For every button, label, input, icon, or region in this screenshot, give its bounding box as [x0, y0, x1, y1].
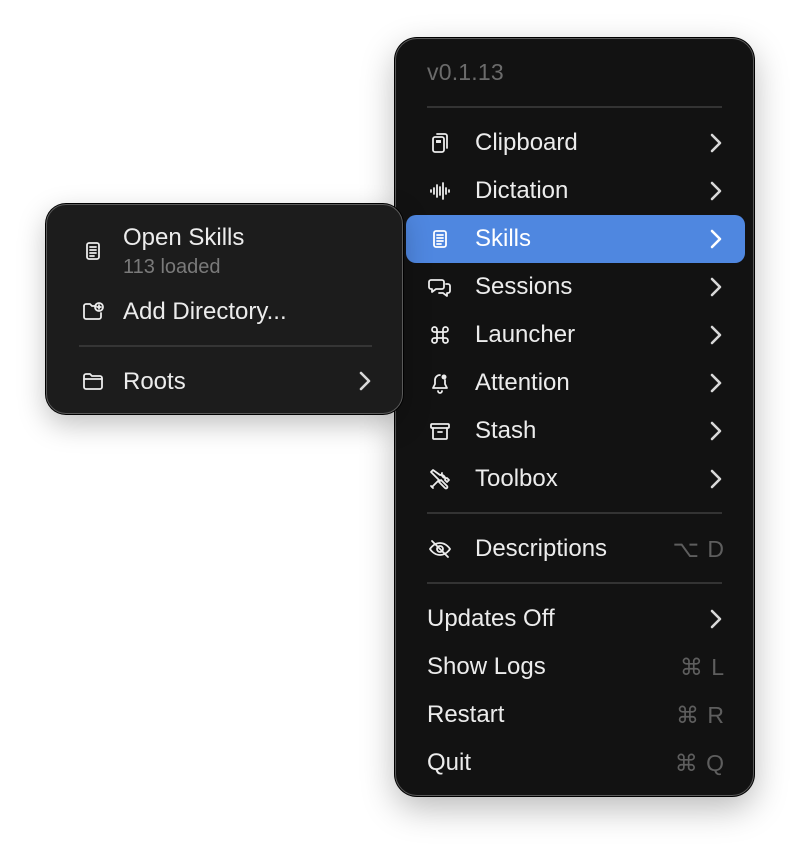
menu-item-label: Stash [475, 417, 537, 444]
menu-separator [427, 512, 722, 514]
menu-item-attention[interactable]: Attention [406, 359, 745, 407]
chevron-right-icon [710, 229, 722, 249]
menu-separator [427, 582, 722, 584]
menu-item-label: Clipboard [475, 129, 578, 156]
menu-item-label: Skills [475, 225, 532, 252]
folder-plus-icon [81, 299, 105, 323]
submenu-separator [79, 345, 372, 347]
command-icon [428, 323, 452, 347]
menu-item-label: Attention [475, 369, 570, 396]
menu-item-show-logs[interactable]: Show Logs ⌘ L [406, 643, 745, 691]
menu-item-label: Sessions [475, 273, 573, 300]
skills-submenu: Open Skills 113 loaded Add Directory... … [46, 204, 403, 414]
wrench-screwdriver-icon [428, 467, 452, 491]
menu-item-toolbox[interactable]: Toolbox [406, 455, 745, 503]
document-icon [428, 227, 452, 251]
menu-item-clipboard[interactable]: Clipboard [406, 119, 745, 167]
submenu-item-add-directory[interactable]: Add Directory... [47, 293, 402, 329]
menu-item-label: Toolbox [475, 465, 558, 492]
chevron-right-icon [710, 469, 722, 489]
menu-item-label: Restart [427, 701, 505, 728]
bell-badge-icon [428, 371, 452, 395]
clipboard-icon [428, 131, 452, 155]
shortcut-label: ⌥ D [672, 536, 725, 562]
chevron-right-icon [710, 325, 722, 345]
menu-item-restart[interactable]: Restart ⌘ R [406, 691, 745, 739]
archive-box-icon [428, 419, 452, 443]
shortcut-label: ⌘ R [676, 702, 725, 728]
chat-bubbles-icon [428, 275, 452, 299]
chevron-right-icon [710, 609, 722, 629]
menu-item-label: Updates Off [427, 605, 555, 632]
menu-item-stash[interactable]: Stash [406, 407, 745, 455]
chevron-right-icon [710, 181, 722, 201]
submenu-item-label: Add Directory... [123, 298, 287, 325]
document-icon [81, 239, 105, 263]
menu-item-label: Launcher [475, 321, 576, 348]
submenu-item-open-skills[interactable]: Open Skills 113 loaded [47, 221, 402, 281]
menu-item-quit[interactable]: Quit ⌘ Q [406, 739, 745, 787]
menu-item-label: Show Logs [427, 653, 546, 680]
menu-item-label: Quit [427, 749, 472, 776]
menu-item-label: Descriptions [475, 535, 608, 562]
stage: v0.1.13 Clipboard Dictation Skills Sessi… [0, 0, 800, 850]
menu-item-dictation[interactable]: Dictation [406, 167, 745, 215]
waveform-icon [428, 179, 452, 203]
main-menu: v0.1.13 Clipboard Dictation Skills Sessi… [395, 38, 754, 796]
chevron-right-icon [710, 277, 722, 297]
submenu-item-roots[interactable]: Roots [47, 363, 402, 399]
submenu-item-label: Open Skills [123, 224, 245, 251]
chevron-right-icon [710, 133, 722, 153]
menu-item-updates[interactable]: Updates Off [406, 595, 745, 643]
menu-item-skills[interactable]: Skills [406, 215, 745, 263]
submenu-item-label: Roots [123, 368, 186, 395]
eye-slash-icon [428, 537, 452, 561]
folder-icon [81, 369, 105, 393]
shortcut-label: ⌘ L [679, 654, 725, 680]
shortcut-label: ⌘ Q [674, 750, 725, 776]
chevron-right-icon [710, 373, 722, 393]
menu-item-launcher[interactable]: Launcher [406, 311, 745, 359]
menu-item-sessions[interactable]: Sessions [406, 263, 745, 311]
chevron-right-icon [359, 371, 371, 391]
skills-count-label: 113 loaded [123, 256, 221, 278]
menu-separator [427, 106, 722, 108]
menu-item-label: Dictation [475, 177, 569, 204]
chevron-right-icon [710, 421, 722, 441]
version-label: v0.1.13 [427, 59, 504, 85]
menu-item-descriptions[interactable]: Descriptions ⌥ D [406, 525, 745, 573]
